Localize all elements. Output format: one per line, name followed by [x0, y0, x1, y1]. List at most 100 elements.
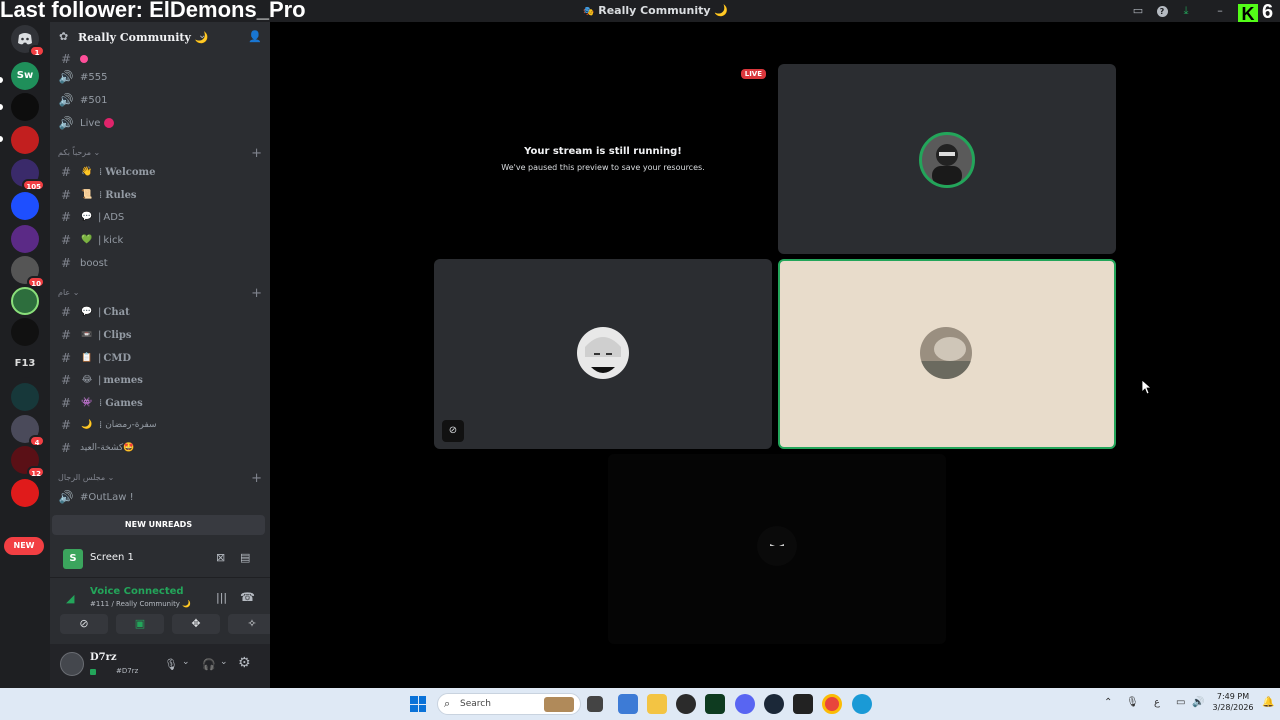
username[interactable]: D7rz: [90, 652, 117, 663]
volume-icon[interactable]: 🔊: [1192, 697, 1204, 708]
show-hidden-icons-icon[interactable]: ⌃: [1104, 697, 1112, 708]
channel-games[interactable]: # 👾 ⁞ Games: [58, 393, 262, 413]
add-channel-icon[interactable]: +: [251, 286, 262, 301]
participant-tile[interactable]: ⊘: [434, 259, 772, 449]
headphones-icon[interactable]: 🎧: [202, 658, 216, 671]
steam-icon[interactable]: [764, 694, 784, 714]
unread-badge: 12: [27, 466, 45, 478]
add-member-icon[interactable]: 👤: [248, 30, 262, 43]
server-icon-grey[interactable]: 10: [11, 256, 45, 288]
live-dot-icon: [104, 118, 115, 128]
terminal-icon[interactable]: [705, 694, 725, 714]
download-icon[interactable]: ⤓: [1179, 4, 1193, 18]
hash-icon: #: [60, 351, 72, 365]
gear-icon[interactable]: ⚙: [238, 655, 251, 671]
language-indicator-icon[interactable]: ع: [1154, 697, 1160, 708]
chevron-down-icon[interactable]: ⌄: [182, 657, 190, 667]
channel-memes[interactable]: # 😂 | memes: [58, 370, 262, 390]
server-icon-photo[interactable]: 4: [11, 415, 45, 447]
category-header[interactable]: عام ⌄ +: [58, 286, 262, 302]
edge-icon[interactable]: [852, 694, 872, 714]
unread-pill: [0, 136, 3, 142]
hash-icon: #: [60, 441, 72, 455]
notifications-icon[interactable]: 🔔: [1262, 697, 1274, 708]
help-icon[interactable]: ?: [1155, 4, 1169, 18]
task-view-icon[interactable]: [587, 696, 603, 712]
file-explorer-icon[interactable]: [647, 694, 667, 714]
own-stream-tile[interactable]: LIVE Your stream is still running! We've…: [434, 64, 772, 254]
new-server-badge[interactable]: NEW: [4, 537, 44, 555]
channel-rules[interactable]: # 📜 ⁞ Rules: [58, 185, 262, 205]
server-icon-f13[interactable]: F13: [11, 350, 39, 378]
server-icon-green-ring[interactable]: [11, 287, 39, 315]
video-off-button[interactable]: ⊘: [60, 614, 108, 634]
noise-suppression-icon[interactable]: |||: [216, 591, 227, 604]
unread-badge: 105: [22, 179, 45, 191]
server-icon-blue-diamond[interactable]: [11, 192, 39, 220]
disconnect-icon[interactable]: ☎: [240, 590, 255, 604]
server-boost-icon: ✿: [59, 30, 69, 43]
chrome-icon[interactable]: [822, 694, 842, 714]
windows-start-icon[interactable]: [410, 696, 426, 712]
hash-icon: #: [60, 256, 72, 270]
copilot-icon[interactable]: [618, 694, 638, 714]
voice-channel-outlaw[interactable]: 🔊 #OutLaw !: [58, 487, 262, 507]
channel-welcome[interactable]: # 👋 ⁞ Welcome: [58, 162, 262, 182]
minimize-icon[interactable]: –: [1213, 4, 1227, 18]
game-launcher-icon[interactable]: [793, 694, 813, 714]
add-channel-icon[interactable]: +: [251, 146, 262, 161]
voice-channel-501[interactable]: 🔊 #501: [58, 90, 262, 110]
pink-dot-icon: [80, 55, 88, 63]
hash-icon: #: [60, 373, 72, 387]
hash-icon: #: [60, 210, 72, 224]
server-icon-red-eagle[interactable]: [11, 479, 39, 507]
participant-tile[interactable]: [778, 64, 1116, 254]
channel-eid[interactable]: # كشخة-العيد🤩: [58, 438, 262, 458]
system-clock[interactable]: 7:49 PM 3/28/2026: [1210, 691, 1256, 713]
new-unreads-banner[interactable]: NEW UNREADS: [52, 515, 265, 535]
server-icon-dark[interactable]: [11, 93, 39, 121]
channel-item[interactable]: #: [58, 49, 262, 69]
server-icon-black-art[interactable]: [11, 318, 39, 346]
microphone-icon[interactable]: 🎙: [164, 658, 178, 671]
speaking-participant-tile[interactable]: [778, 259, 1116, 449]
stream-settings-icon[interactable]: ▤: [240, 551, 250, 564]
voice-channel-link[interactable]: #111 / Really Community 🌙: [90, 600, 191, 608]
stop-share-button[interactable]: ▣: [116, 614, 164, 634]
activities-button[interactable]: ✥: [172, 614, 220, 634]
server-icon-dev[interactable]: [11, 225, 39, 253]
hash-icon: #: [60, 305, 72, 319]
voice-channel-live[interactable]: 🔊 Live: [58, 113, 262, 133]
server-icon-purple[interactable]: 105: [11, 159, 45, 191]
taskbar-search[interactable]: ⌕ Search: [437, 693, 581, 715]
discord-taskbar-icon[interactable]: [735, 694, 755, 714]
channel-ads[interactable]: # 💬 | ADS: [58, 207, 262, 227]
speaker-icon: 🔊: [58, 116, 74, 130]
category-header[interactable]: مجلس الرجال ⌄ +: [58, 471, 262, 487]
voice-status[interactable]: Voice Connected: [90, 586, 184, 597]
channel-ramadan[interactable]: # 🌙 ⁞ سفرة-رمضان: [58, 415, 262, 435]
server-icon-red-logo[interactable]: [11, 126, 39, 154]
channel-chat[interactable]: # 💬 | Chat: [58, 302, 262, 322]
voice-channel-555[interactable]: 🔊 #555: [58, 67, 262, 87]
direct-messages-icon[interactable]: 1: [11, 25, 45, 57]
avatar[interactable]: [60, 652, 84, 676]
obs-icon[interactable]: [676, 694, 696, 714]
channel-kick[interactable]: # 💚 | kick: [58, 230, 262, 250]
server-icon-crimson[interactable]: 12: [11, 446, 45, 478]
channel-cmd[interactable]: # 📋 | CMD: [58, 348, 262, 368]
soundboard-button[interactable]: ✧: [228, 614, 276, 634]
server-icon-teal[interactable]: [11, 383, 39, 411]
channel-boost[interactable]: # boost: [58, 253, 262, 273]
inbox-icon[interactable]: ▭: [1131, 4, 1145, 18]
mouse-cursor-icon: [1141, 379, 1153, 399]
stop-stream-icon[interactable]: ⊠: [216, 551, 225, 564]
channel-clips[interactable]: # 📼 | Clips: [58, 325, 262, 345]
participant-tile[interactable]: [608, 454, 946, 644]
microphone-tray-icon[interactable]: 🎙: [1126, 697, 1139, 708]
add-channel-icon[interactable]: +: [251, 471, 262, 486]
server-icon-sw[interactable]: Sw: [11, 62, 39, 90]
category-header[interactable]: مرحباً بكم ⌄ +: [58, 146, 262, 162]
chevron-down-icon[interactable]: ⌄: [220, 657, 228, 667]
network-icon[interactable]: ▭: [1176, 697, 1185, 708]
